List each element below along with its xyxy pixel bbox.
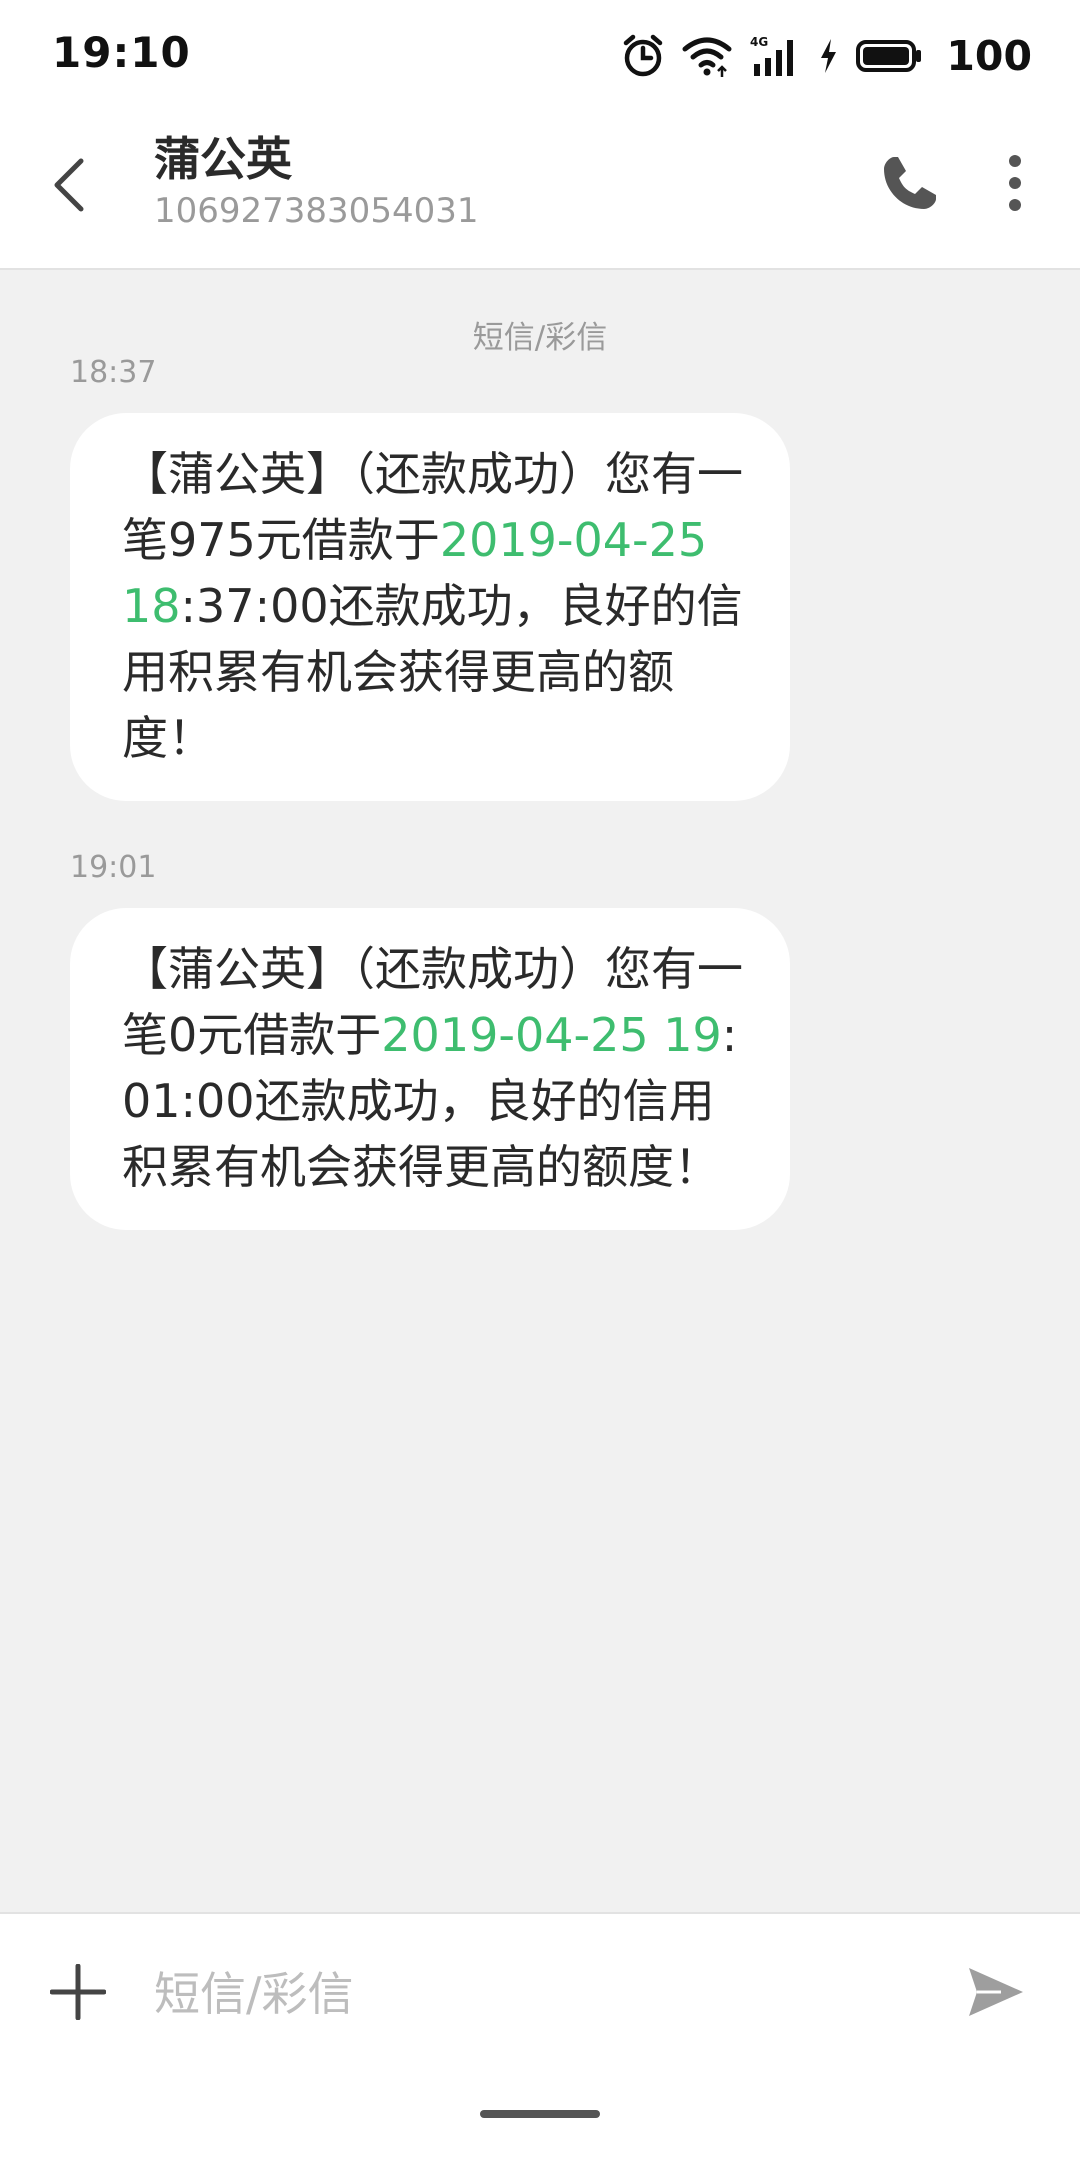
add-attachment-button[interactable] — [48, 1963, 108, 2024]
message-timestamp: 18:37 — [70, 355, 157, 390]
home-indicator[interactable] — [480, 2110, 600, 2118]
compose-bar — [0, 1912, 1080, 2162]
send-icon — [967, 1966, 1025, 2022]
send-button[interactable] — [964, 1962, 1028, 2026]
call-button[interactable] — [870, 145, 950, 225]
conversation-header: 蒲公英 106927383054031 — [0, 115, 1080, 270]
status-icons: 4G 100 — [622, 30, 1032, 82]
status-time: 19:10 — [52, 28, 191, 77]
message-text: :37:00还款成功，良好的信用积累有机会获得更高的额度！ — [122, 579, 743, 765]
alarm-icon — [622, 33, 664, 79]
charging-icon — [818, 38, 838, 74]
phone-icon — [880, 153, 940, 217]
back-arrow-icon — [49, 155, 89, 219]
signal-4g-icon: 4G — [750, 34, 800, 78]
message-bubble[interactable]: 【蒲公英】（还款成功）您有一笔0元借款于2019-04-25 19:01:00还… — [70, 908, 790, 1230]
network-type: 4G — [750, 35, 768, 49]
message-list[interactable]: 短信/彩信 18:37 【蒲公英】（还款成功）您有一笔975元借款于2019-0… — [0, 270, 1080, 1912]
wifi-icon — [682, 35, 732, 77]
contact-number: 106927383054031 — [154, 191, 479, 231]
date-link[interactable]: 2019-04-25 19 — [381, 1008, 722, 1062]
battery-icon — [856, 38, 922, 74]
message-input[interactable] — [154, 1954, 914, 2034]
status-bar: 19:10 4G 100 — [0, 0, 1080, 115]
contact-name: 蒲公英 — [154, 132, 292, 186]
more-options-button[interactable] — [990, 145, 1040, 225]
message-bubble[interactable]: 【蒲公英】（还款成功）您有一笔975元借款于2019-04-25 18:37:0… — [70, 413, 790, 801]
back-button[interactable] — [36, 147, 102, 227]
channel-label: 短信/彩信 — [472, 320, 608, 356]
more-vertical-icon — [1008, 153, 1022, 217]
plus-icon — [49, 1963, 107, 2024]
message-timestamp: 19:01 — [70, 850, 157, 885]
battery-level: 100 — [946, 32, 1032, 80]
